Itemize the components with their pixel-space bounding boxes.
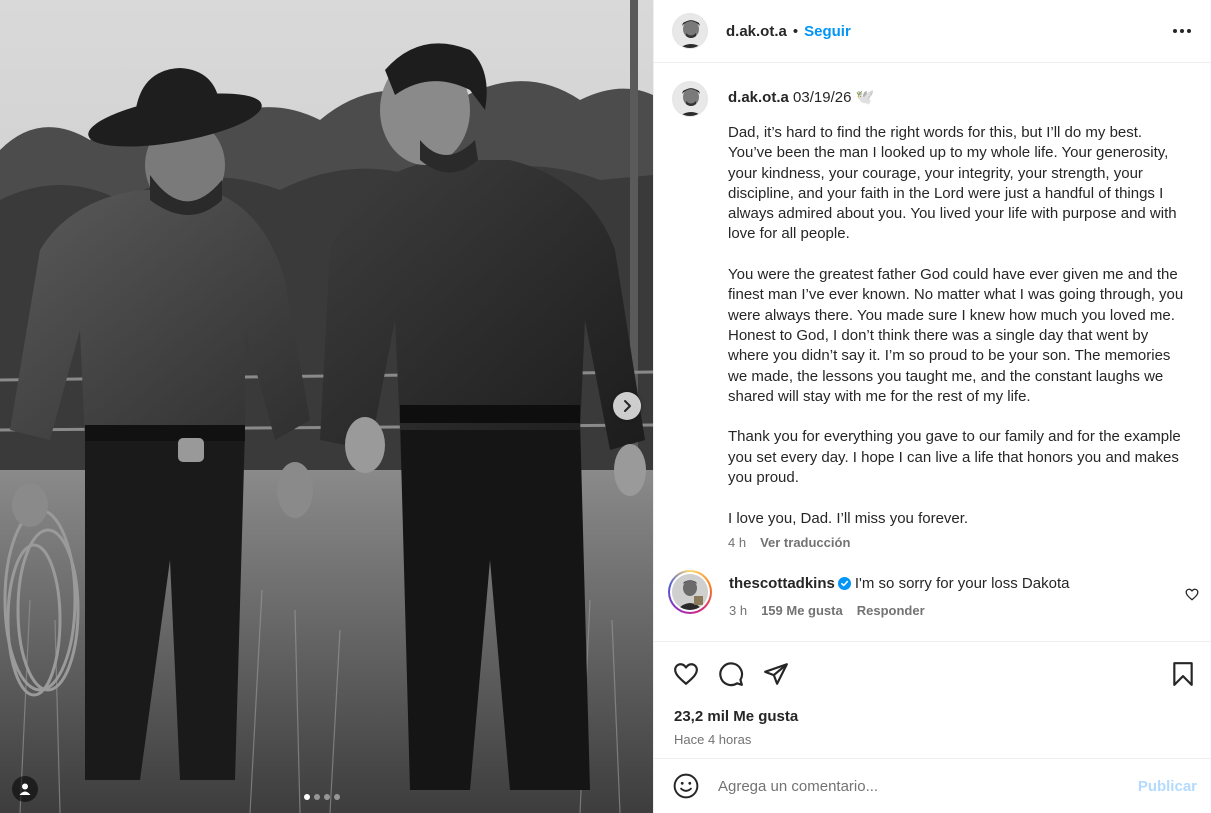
save-button[interactable] xyxy=(1169,660,1197,688)
likes-count[interactable]: 23,2 mil Me gusta xyxy=(654,690,1211,725)
separator-dot: • xyxy=(792,22,799,40)
caption-body: d.ak.ot.a 03/19/26 🕊️ Dad, it’s hard to … xyxy=(728,81,1188,550)
dove-emoji: 🕊️ xyxy=(855,89,875,106)
heart-icon xyxy=(674,663,698,685)
comment-time: 3 h xyxy=(729,602,748,618)
tagged-users-button[interactable] xyxy=(12,776,38,802)
verified-badge-icon xyxy=(837,576,851,590)
comments-scroll-area[interactable]: d.ak.ot.a 03/19/26 🕊️ Dad, it’s hard to … xyxy=(654,64,1211,641)
user-tag-icon xyxy=(19,783,31,795)
carousel-indicator xyxy=(304,794,340,800)
commenter-avatar xyxy=(672,573,708,610)
emoji-button[interactable] xyxy=(672,772,700,800)
chevron-right-icon xyxy=(624,400,631,412)
more-options-button[interactable] xyxy=(1169,21,1195,41)
caption-header: d.ak.ot.a 03/19/26 🕊️ xyxy=(728,81,1188,108)
bookmark-icon xyxy=(1173,662,1193,686)
like-button[interactable] xyxy=(672,660,700,688)
comment-text: I'm so sorry for your loss Dakota xyxy=(854,574,1070,592)
post-side-panel: d.ak.ot.a • Seguir d.ak.ot.a 03/19/26 🕊️… xyxy=(653,0,1211,813)
carousel-next-button[interactable] xyxy=(613,392,641,420)
post-photo[interactable] xyxy=(0,0,653,813)
comment-line: thescottadkins I'm so sorry for your los… xyxy=(729,574,1159,594)
comment-item: thescottadkins I'm so sorry for your los… xyxy=(654,550,1211,618)
reply-button[interactable]: Responder xyxy=(857,603,925,618)
caption-username[interactable]: d.ak.ot.a xyxy=(728,89,789,106)
comment-likes-count[interactable]: 159 Me gusta xyxy=(761,603,843,618)
carousel-dot xyxy=(334,794,340,800)
caption-time: 4 h xyxy=(728,534,747,550)
carousel-dot xyxy=(324,794,330,800)
share-button[interactable] xyxy=(762,660,790,688)
commenter-story-ring[interactable] xyxy=(668,569,712,614)
share-icon xyxy=(764,663,788,685)
comment-input[interactable] xyxy=(718,777,1128,795)
avatar-image xyxy=(673,82,707,116)
post-caption: d.ak.ot.a 03/19/26 🕊️ Dad, it’s hard to … xyxy=(654,64,1211,550)
caption-text: Dad, it’s hard to find the right words f… xyxy=(728,124,1184,527)
action-bar xyxy=(654,642,1211,690)
publish-button[interactable]: Publicar xyxy=(1138,778,1197,795)
caption-date: 03/19/26 xyxy=(793,89,852,106)
avatar-image xyxy=(672,573,708,610)
more-options-icon xyxy=(1173,29,1191,33)
emoji-icon xyxy=(673,773,699,799)
add-comment-bar: Publicar xyxy=(654,758,1211,813)
commenter-username[interactable]: thescottadkins xyxy=(729,575,835,592)
author-username[interactable]: d.ak.ot.a xyxy=(726,23,787,40)
post-header: d.ak.ot.a • Seguir xyxy=(654,0,1211,63)
comment-icon xyxy=(719,662,744,687)
author-avatar[interactable] xyxy=(672,13,708,49)
carousel-dot xyxy=(304,794,310,800)
translate-link[interactable]: Ver traducción xyxy=(760,535,850,550)
post-actions: 23,2 mil Me gusta Hace 4 horas xyxy=(654,641,1211,758)
post-image xyxy=(0,0,653,813)
caption-avatar[interactable] xyxy=(672,81,708,117)
post-time: Hace 4 horas xyxy=(674,732,752,747)
caption-meta: 4 h Ver traducción xyxy=(728,535,1188,550)
follow-button[interactable]: Seguir xyxy=(804,23,851,40)
carousel-dot xyxy=(314,794,320,800)
comment-body: thescottadkins I'm so sorry for your los… xyxy=(729,570,1159,618)
comment-meta: 3 h 159 Me gusta Responder xyxy=(729,603,1159,618)
comment-like-button[interactable] xyxy=(1185,588,1199,606)
heart-icon xyxy=(1185,588,1199,601)
comment-button[interactable] xyxy=(717,660,745,688)
avatar-image xyxy=(673,14,707,48)
